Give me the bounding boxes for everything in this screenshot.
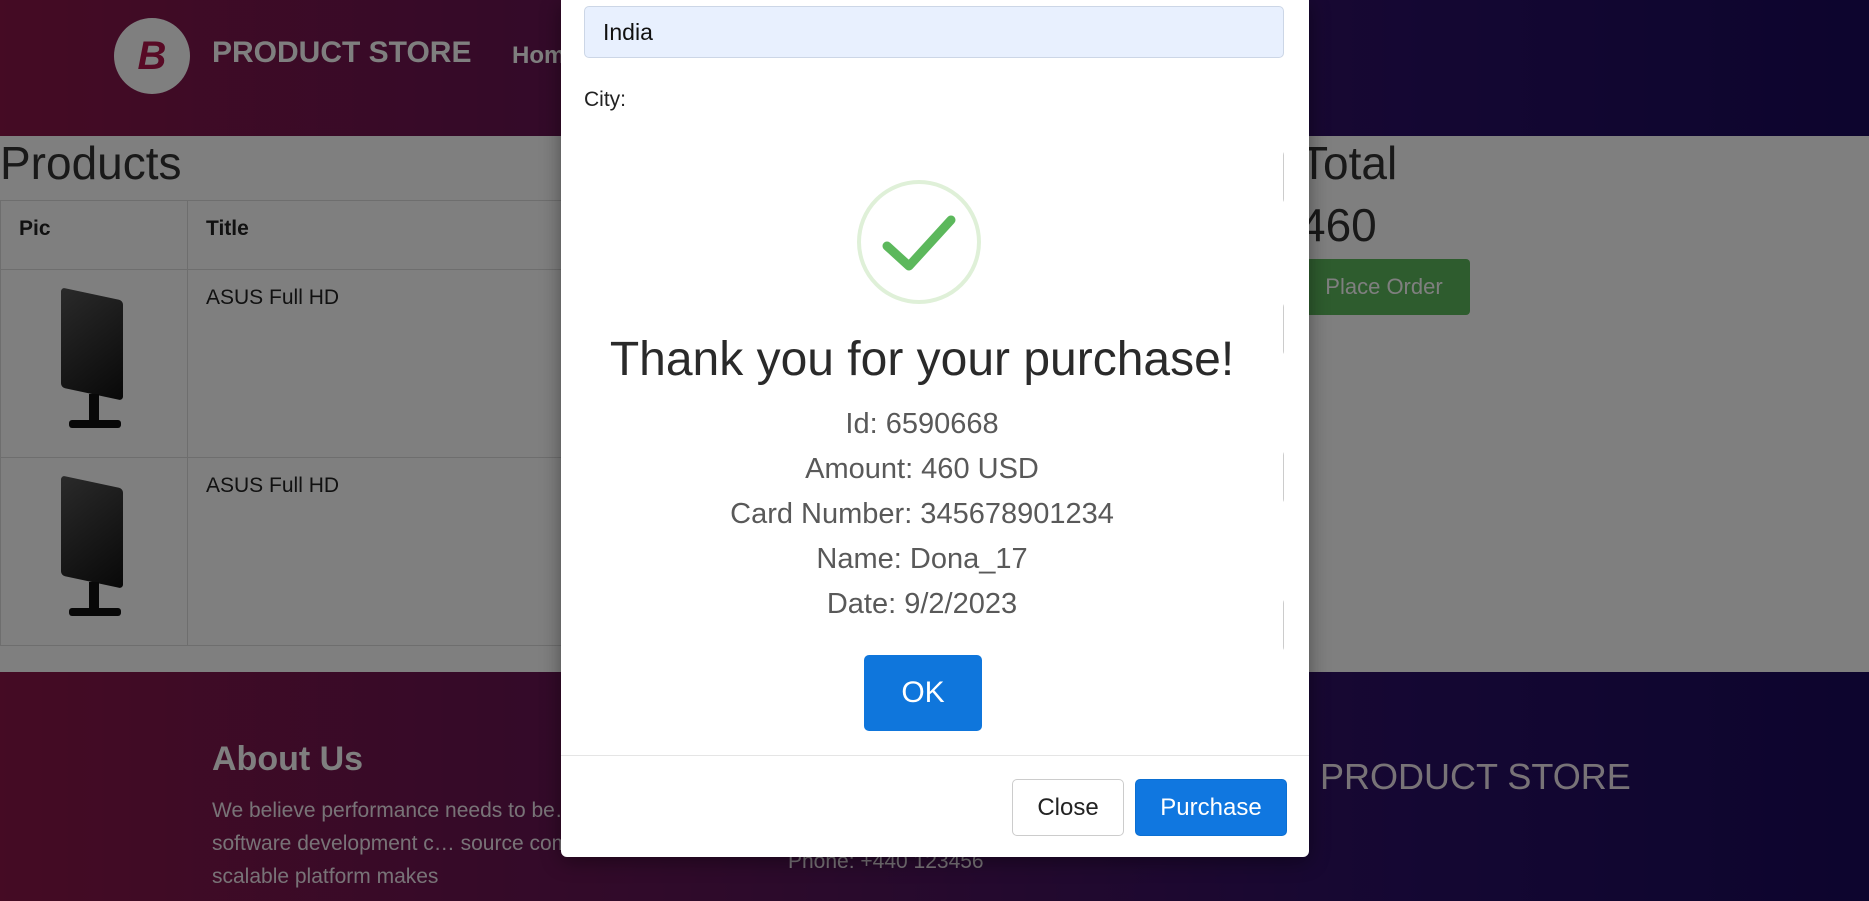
checkmark-icon — [857, 180, 981, 304]
city-label: City: — [584, 88, 626, 111]
country-input[interactable] — [584, 6, 1284, 58]
close-button[interactable]: Close — [1012, 779, 1124, 836]
purchase-button[interactable]: Purchase — [1135, 779, 1287, 836]
order-date: Date: 9/2/2023 — [826, 588, 1018, 620]
order-amount: Amount: 460 USD — [805, 453, 1039, 485]
checkmark-glyph — [882, 215, 956, 271]
ok-button[interactable]: OK — [864, 655, 982, 731]
purchase-confirmation-dialog: Thank you for your purchase! Id: 6590668… — [561, 120, 1283, 754]
order-id: Id: 6590668 — [845, 408, 999, 440]
confirmation-title: Thank you for your purchase! — [609, 333, 1235, 386]
card-number: Card Number: 345678901234 — [730, 498, 1114, 530]
customer-name: Name: Dona_17 — [816, 543, 1028, 575]
modal-footer-divider — [561, 755, 1309, 756]
